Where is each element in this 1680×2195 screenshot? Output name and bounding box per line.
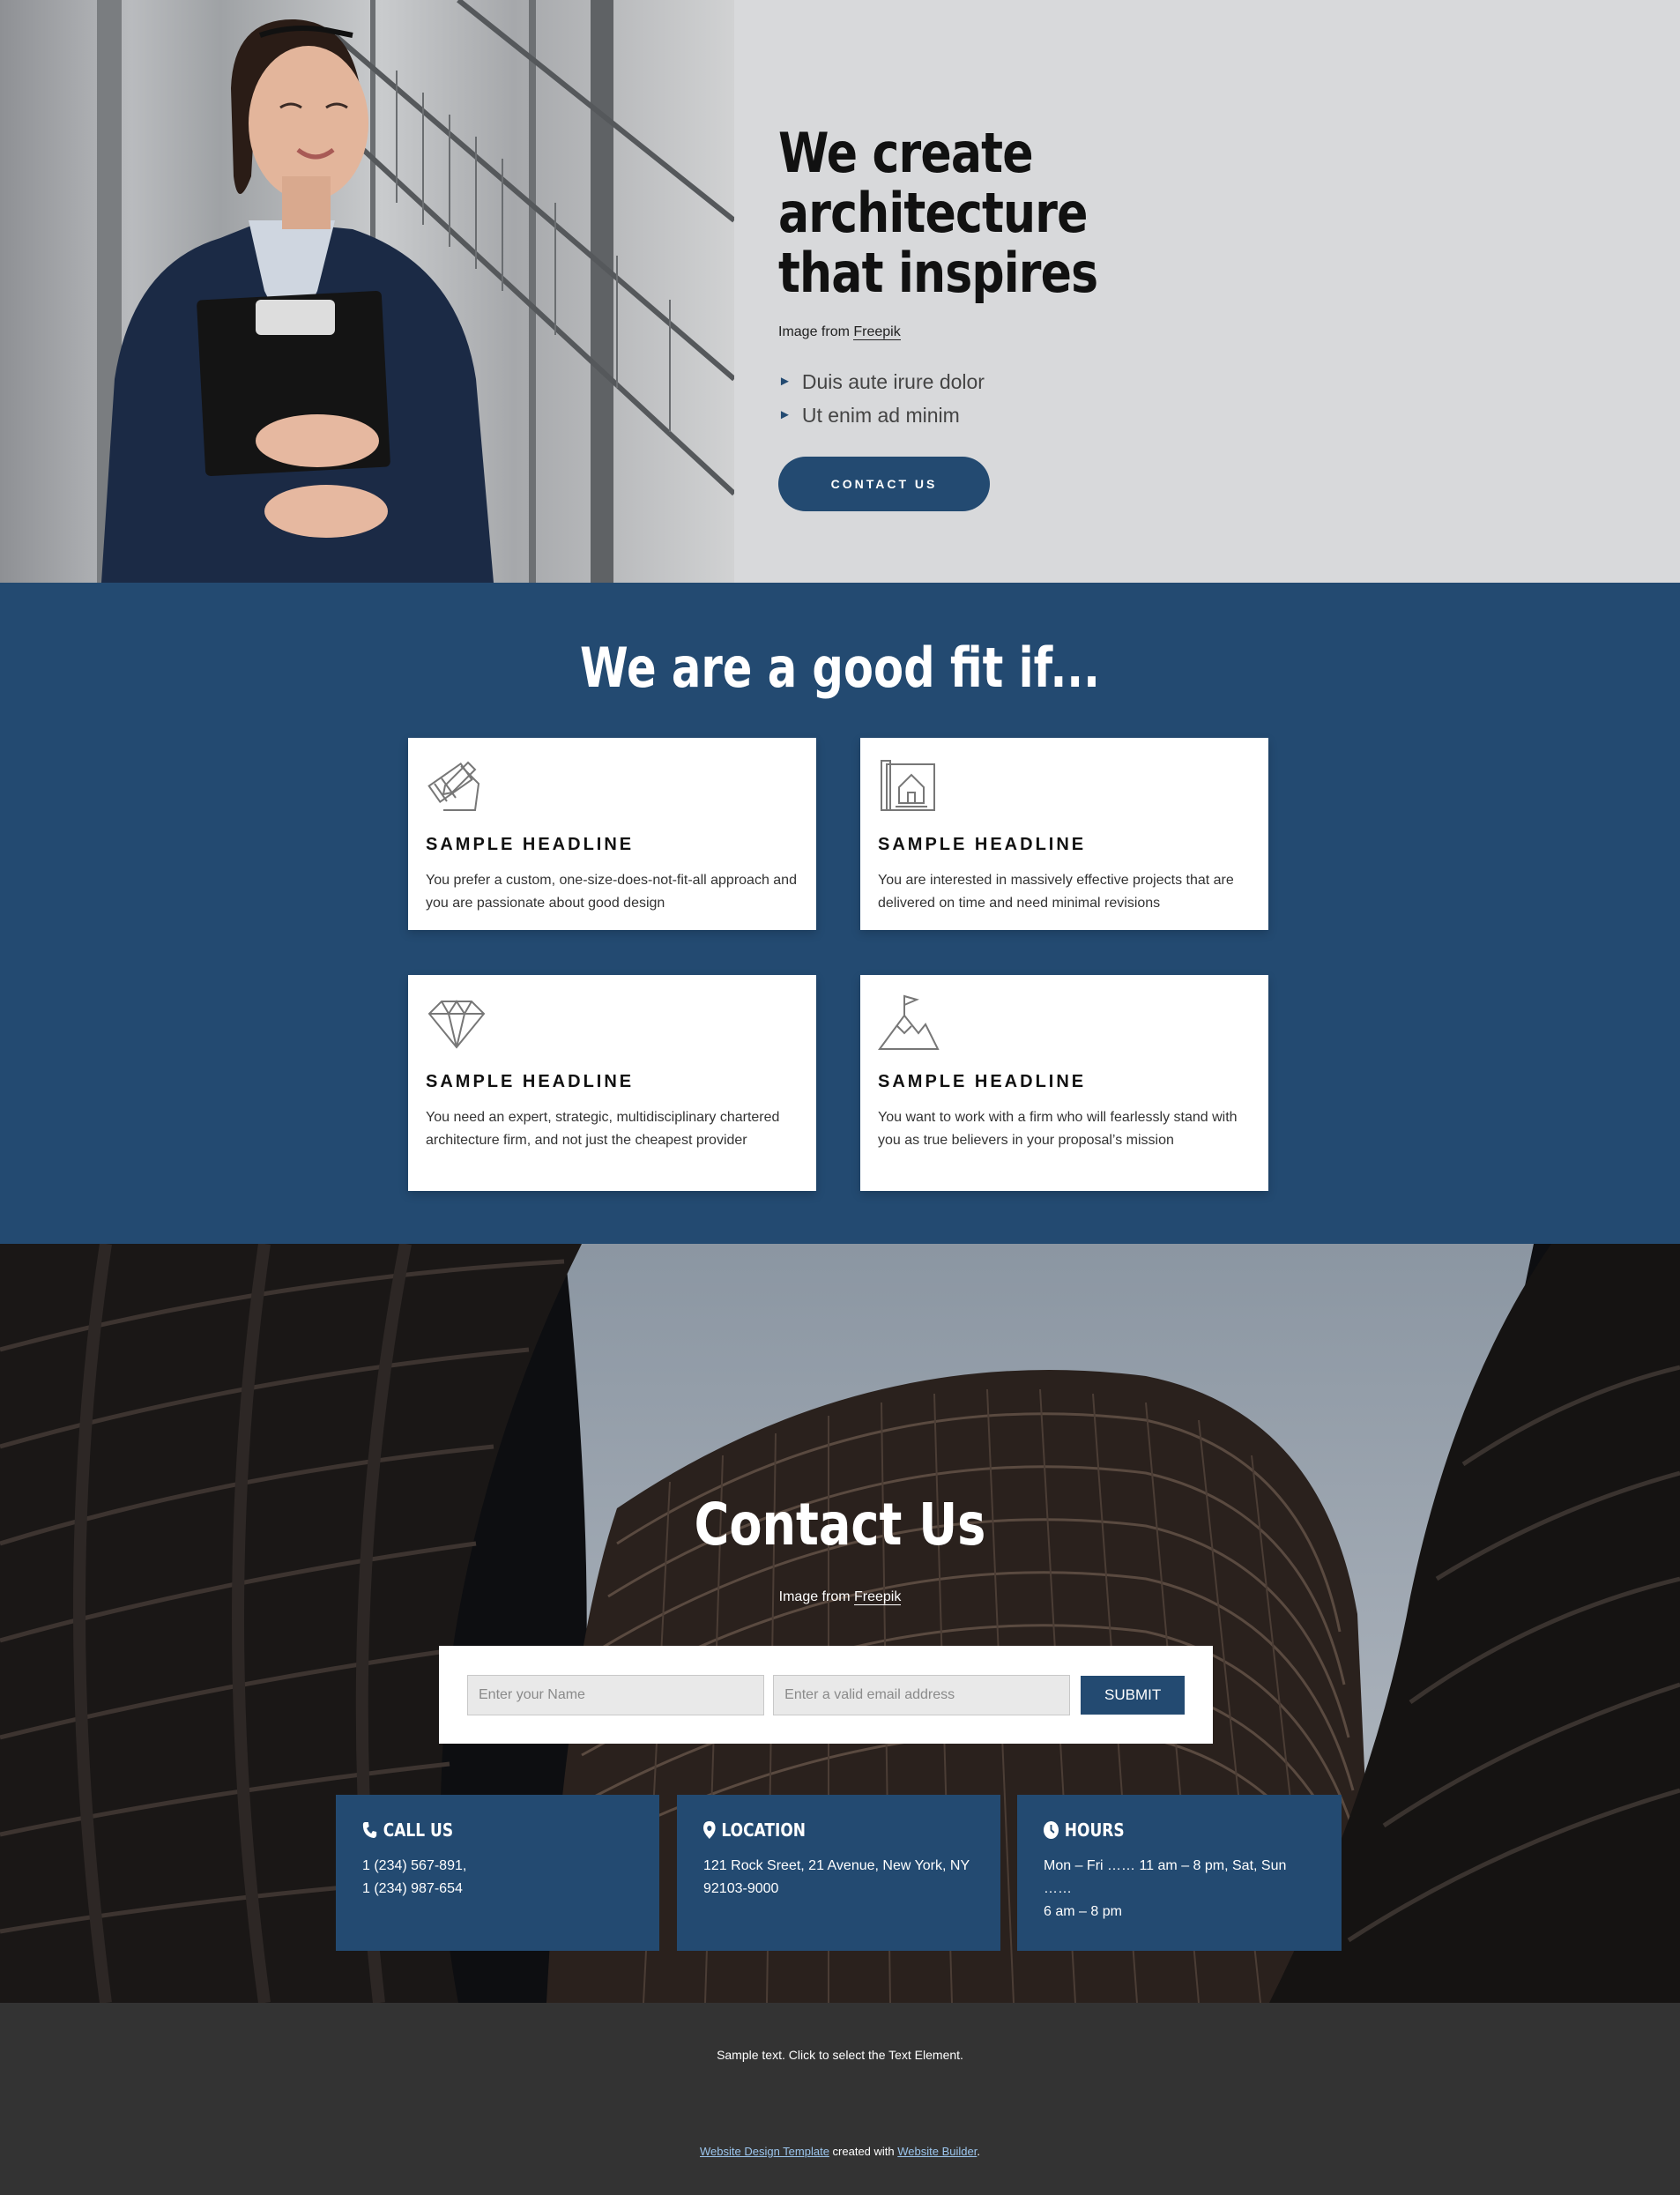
contact-title: Contact Us (694, 1491, 986, 1559)
feature-card: SAMPLE HEADLINE You want to work with a … (860, 975, 1268, 1191)
contact-image-credit: Image from Freepik (0, 1589, 1680, 1605)
name-input[interactable] (467, 1674, 765, 1715)
info-box-hours: HOURS Mon – Fri …… 11 am – 8 pm, Sat, Su… (1017, 1795, 1342, 1951)
footer-credit-middle: created with (829, 2145, 898, 2158)
info-title: HOURS (1044, 1819, 1275, 1841)
hero-image-credit: Image from Freepik (778, 324, 1572, 340)
triangle-right-icon: ► (778, 374, 792, 389)
card-headline: SAMPLE HEADLINE (878, 835, 1087, 854)
clock-icon (1044, 1821, 1059, 1839)
triangle-right-icon: ► (778, 407, 792, 422)
hero-title: We create architecture that inspires (778, 121, 1098, 305)
diamond-icon (427, 1000, 486, 1049)
info-title-text: LOCATION (721, 1819, 806, 1841)
info-title: LOCATION (703, 1819, 933, 1841)
info-text: 1 (234) 567-891, 1 (234) 987-654 (362, 1858, 467, 1896)
footer-credit-end: . (977, 2145, 980, 2158)
website-design-template-link[interactable]: Website Design Template (700, 2145, 829, 2158)
card-text: You need an expert, strategic, multidisc… (426, 1110, 780, 1148)
footer-sample-text[interactable]: Sample text. Click to select the Text El… (0, 2048, 1680, 2062)
drafting-tools-icon (427, 761, 480, 811)
contact-section: Contact Us Image from Freepik SUBMIT CAL… (0, 1244, 1680, 2003)
info-title-text: CALL US (383, 1819, 454, 1841)
hero-bullet-list: ► Duis aute irure dolor ► Ut enim ad minim (778, 365, 1572, 432)
contact-us-button[interactable]: CONTACT US (778, 457, 990, 511)
info-title-text: HOURS (1064, 1819, 1125, 1841)
card-text: You are interested in massively effectiv… (878, 873, 1234, 911)
hero-credit-link[interactable]: Freepik (853, 324, 901, 340)
info-text: 121 Rock Sreet, 21 Avenue, New York, NY … (703, 1858, 970, 1896)
hero-credit-prefix: Image from (778, 324, 854, 339)
feature-card: SAMPLE HEADLINE You prefer a custom, one… (408, 738, 816, 930)
contact-credit-link[interactable]: Freepik (854, 1589, 902, 1605)
mountain-flag-icon (878, 994, 940, 1050)
card-headline: SAMPLE HEADLINE (878, 1072, 1087, 1091)
card-headline: SAMPLE HEADLINE (426, 1072, 635, 1091)
hero-photo-illustration (97, 0, 734, 583)
hero-section: We create architecture that inspires Ima… (0, 0, 1680, 583)
hero-bullet-text: Duis aute irure dolor (801, 370, 985, 393)
info-text: Mon – Fri …… 11 am – 8 pm, Sat, Sun …… 6… (1044, 1858, 1287, 1919)
card-text: You want to work with a firm who will fe… (878, 1110, 1238, 1148)
house-blueprint-icon (881, 760, 935, 811)
submit-button[interactable]: SUBMIT (1081, 1675, 1185, 1715)
hero-bullet-item: ► Duis aute irure dolor (778, 365, 1572, 398)
hero-photo-woman-with-clipboard (0, 0, 734, 583)
footer: Sample text. Click to select the Text El… (0, 2003, 1680, 2195)
good-fit-title: We are a good fit if... (580, 636, 1100, 700)
info-box-call: CALL US 1 (234) 567-891, 1 (234) 987-654 (336, 1795, 659, 1951)
email-input[interactable] (773, 1674, 1071, 1715)
phone-icon (362, 1822, 377, 1838)
feature-card: SAMPLE HEADLINE You are interested in ma… (860, 738, 1268, 930)
contact-form: SUBMIT (439, 1646, 1213, 1744)
info-box-location: LOCATION 121 Rock Sreet, 21 Avenue, New … (677, 1795, 1000, 1951)
feature-card: SAMPLE HEADLINE You need an expert, stra… (408, 975, 816, 1191)
card-headline: SAMPLE HEADLINE (426, 835, 635, 854)
good-fit-section: We are a good fit if... SAMPLE HEADLINE … (0, 583, 1680, 1244)
contact-credit-prefix: Image from (778, 1589, 854, 1604)
info-title: CALL US (362, 1819, 592, 1841)
hero-bullet-item: ► Ut enim ad minim (778, 398, 1572, 432)
hero-bullet-text: Ut enim ad minim (801, 404, 960, 427)
card-text: You prefer a custom, one-size-does-not-f… (426, 873, 797, 911)
footer-credit: Website Design Template created with Web… (0, 2145, 1680, 2158)
hero-text-block: We create architecture that inspires Ima… (778, 123, 1572, 511)
website-builder-link[interactable]: Website Builder (897, 2145, 977, 2158)
location-pin-icon (703, 1821, 716, 1839)
